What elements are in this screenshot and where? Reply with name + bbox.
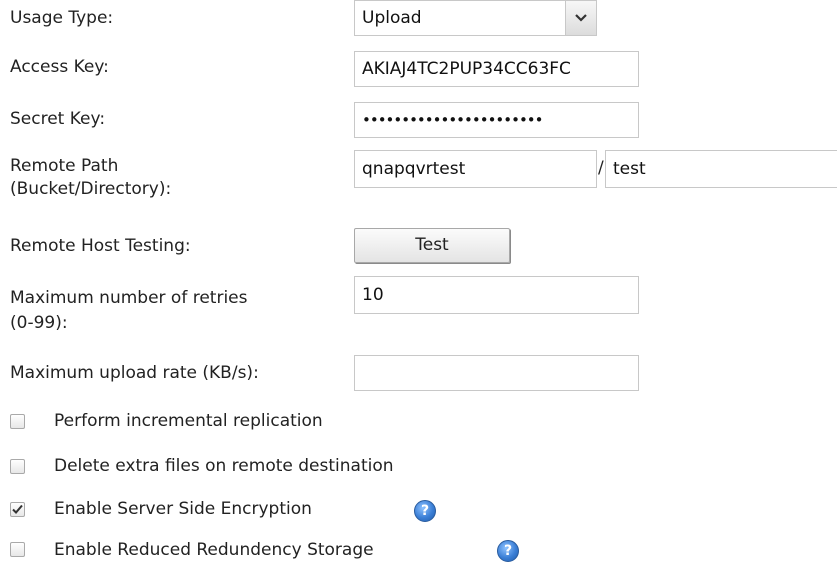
max-upload-rate-label: Maximum upload rate (KB/s):	[10, 363, 259, 383]
path-separator: /	[598, 158, 604, 178]
secret-key-input[interactable]: •••••••••••••••••••••••	[354, 102, 639, 138]
directory-input[interactable]: test	[605, 150, 837, 188]
secret-key-label: Secret Key:	[10, 109, 106, 129]
incremental-replication-checkbox[interactable]	[10, 414, 25, 429]
max-upload-rate-input[interactable]	[354, 355, 639, 391]
checkmark-icon	[12, 504, 23, 514]
reduced-redundancy-label: Enable Reduced Redundency Storage	[54, 540, 374, 560]
bucket-input[interactable]: qnapqvrtest	[354, 150, 597, 188]
remote-path-label-line1: Remote Path	[10, 156, 119, 176]
option-server-side-encryption: Enable Server Side Encryption ?	[0, 497, 837, 523]
server-side-encryption-checkbox[interactable]	[10, 502, 25, 517]
reduced-redundancy-checkbox[interactable]	[10, 542, 25, 557]
delete-extra-files-label: Delete extra files on remote destination	[54, 456, 394, 476]
usage-type-value: Upload	[362, 8, 422, 28]
option-reduced-redundancy: Enable Reduced Redundency Storage ?	[0, 539, 837, 564]
option-incremental-replication: Perform incremental replication	[0, 410, 837, 434]
test-button[interactable]: Test	[354, 228, 510, 263]
delete-extra-files-checkbox[interactable]	[10, 459, 25, 474]
chevron-down-icon[interactable]	[565, 1, 596, 35]
max-retries-label-line2: (0-99):	[10, 313, 68, 333]
access-key-label: Access Key:	[10, 57, 109, 77]
help-icon[interactable]: ?	[497, 540, 519, 562]
remote-path-label-line2: (Bucket/Directory):	[10, 179, 172, 199]
remote-host-testing-label: Remote Host Testing:	[10, 236, 191, 256]
incremental-replication-label: Perform incremental replication	[54, 411, 323, 431]
usage-type-select[interactable]: Upload	[354, 0, 597, 36]
access-key-input[interactable]: AKIAJ4TC2PUP34CC63FC	[354, 51, 639, 87]
help-icon[interactable]: ?	[414, 500, 436, 522]
server-side-encryption-label: Enable Server Side Encryption	[54, 499, 312, 519]
max-retries-input[interactable]: 10	[354, 276, 639, 314]
max-retries-label-line1: Maximum number of retries	[10, 288, 248, 308]
option-delete-extra-files: Delete extra files on remote destination	[0, 455, 837, 479]
usage-type-label: Usage Type:	[10, 8, 114, 28]
